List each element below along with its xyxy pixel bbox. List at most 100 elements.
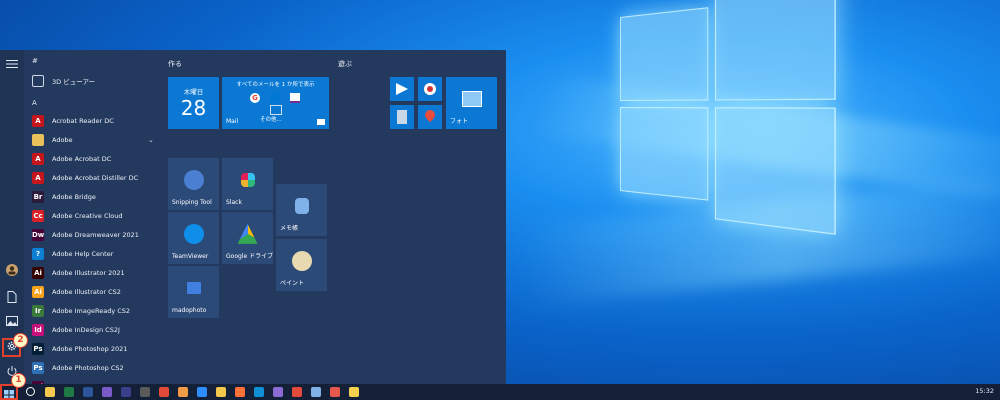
list-item[interactable]: Ps Adobe Photoshop 2021: [32, 340, 127, 358]
madophoto-icon: [186, 281, 201, 294]
search-icon[interactable]: [26, 387, 35, 396]
mail-label: Mail: [226, 118, 239, 125]
ide-icon[interactable]: [121, 387, 131, 397]
calendar-tile[interactable]: 木曜日 28: [168, 77, 219, 129]
mail-tile[interactable]: すべてのメールを 1 か所で表示 G その他... Mail: [222, 77, 329, 129]
notepad-icon: [294, 197, 309, 214]
app-icon: Ps: [32, 362, 44, 374]
list-item[interactable]: A Adobe Acrobat DC: [32, 150, 111, 168]
calendar-date: 28: [180, 96, 207, 120]
app-icon: ?: [32, 248, 44, 260]
calculator-icon: [397, 110, 407, 124]
file-explorer-icon[interactable]: [45, 387, 55, 397]
snipping-label: Snipping Tool: [172, 199, 212, 206]
app-icon: Ir: [32, 305, 44, 317]
list-item[interactable]: Id Adobe InDesign CS2J: [32, 321, 120, 339]
app-icon: [32, 134, 44, 146]
app4-icon[interactable]: [330, 387, 340, 397]
gdrive-label: Google ドライブ: [226, 253, 274, 260]
start-menu: 2 # 3D ビューアー A A Acrobat Reader DC Adobe A A…: [0, 50, 506, 384]
list-item[interactable]: Ai Adobe Illustrator CS2: [32, 283, 121, 301]
user-avatar-icon[interactable]: [5, 264, 19, 278]
visual-studio-icon[interactable]: [102, 387, 112, 397]
list-item[interactable]: Adobe: [32, 131, 73, 149]
calculator-tile[interactable]: [390, 105, 414, 129]
windows-icon: [4, 390, 14, 400]
chrome-icon[interactable]: [159, 387, 169, 397]
photos-tile[interactable]: フォト: [446, 77, 497, 129]
list-item[interactable]: 3D ビューアー: [32, 72, 95, 90]
app-label: Adobe Bridge: [52, 193, 96, 201]
app-label: Adobe InDesign CS2J: [52, 326, 120, 334]
list-item[interactable]: ? Adobe Help Center: [32, 245, 113, 263]
chevron-down-icon[interactable]: ⌄: [148, 136, 154, 144]
mail-other: その他...: [260, 117, 282, 123]
section-header-hash: #: [32, 57, 38, 65]
app-icon[interactable]: [140, 387, 150, 397]
app-icon: Cc: [32, 210, 44, 222]
logo-pane: [620, 107, 709, 201]
zoom-icon[interactable]: [197, 387, 207, 397]
app-label: Adobe Help Center: [52, 250, 114, 258]
madophoto-label: madophoto: [172, 307, 207, 314]
app-label: Adobe Dreamweaver 2021: [52, 231, 139, 239]
google-drive-tile[interactable]: Google ドライブ: [222, 212, 273, 264]
slack-tile[interactable]: Slack: [222, 158, 273, 210]
edge-icon[interactable]: [254, 387, 264, 397]
movies-tile[interactable]: [390, 77, 414, 101]
maps-tile[interactable]: [418, 105, 442, 129]
document-icon[interactable]: [5, 291, 19, 305]
chrome2-icon[interactable]: [292, 387, 302, 397]
teamviewer-label: TeamViewer: [172, 253, 209, 260]
app-icon: Ps: [32, 343, 44, 355]
slack-label: Slack: [226, 199, 242, 206]
app-label: Adobe Illustrator CS2: [52, 288, 121, 296]
envelope-icon: [317, 119, 325, 125]
groove-tile[interactable]: [418, 77, 442, 101]
app-icon: A: [32, 172, 44, 184]
app-label: Adobe Acrobat Distiller DC: [52, 174, 139, 182]
app-icon: Ai: [32, 286, 44, 298]
start-button[interactable]: [0, 384, 18, 400]
list-item[interactable]: A Acrobat Reader DC: [32, 112, 114, 130]
windows-logo: [620, 0, 836, 235]
excel-icon[interactable]: [64, 387, 74, 397]
app-label: Acrobat Reader DC: [52, 117, 114, 125]
notepad-tile[interactable]: メモ帳: [276, 184, 327, 236]
snipping-tool-tile[interactable]: Snipping Tool: [168, 158, 219, 210]
madophoto-tile[interactable]: madophoto: [168, 266, 219, 318]
app-icon: Id: [32, 324, 44, 336]
chrome-canary-icon[interactable]: [216, 387, 226, 397]
app-label: Adobe Photoshop 2021: [52, 345, 128, 353]
list-item[interactable]: Br Adobe Bridge: [32, 188, 96, 206]
other-mail-icon: [270, 105, 282, 115]
list-item[interactable]: Cc Adobe Creative Cloud: [32, 207, 123, 225]
teamviewer-icon: [183, 223, 204, 244]
firefox-icon[interactable]: [235, 387, 245, 397]
list-item[interactable]: Ps Adobe Photoshop CS2: [32, 359, 124, 377]
app-label: Adobe: [52, 136, 73, 144]
app-icon: A: [32, 115, 44, 127]
app-icon: A: [32, 153, 44, 165]
picture-icon[interactable]: [5, 316, 19, 330]
paint-icon[interactable]: [178, 387, 188, 397]
list-item[interactable]: Ai Adobe Illustrator 2021: [32, 264, 125, 282]
teamviewer-tile[interactable]: TeamViewer: [168, 212, 219, 264]
word-icon[interactable]: [83, 387, 93, 397]
scissors-icon: [183, 169, 204, 190]
hamburger-menu-icon[interactable]: [5, 59, 19, 73]
list-item[interactable]: Dw Adobe Dreamweaver 2021: [32, 226, 139, 244]
paint-label: ペイント: [280, 280, 305, 287]
app3-icon[interactable]: [311, 387, 321, 397]
map-pin-icon: [422, 107, 438, 123]
list-item[interactable]: Ir Adobe ImageReady CS2: [32, 302, 130, 320]
taskbar-clock[interactable]: 15:32: [975, 387, 994, 395]
paint-tile[interactable]: ペイント: [276, 239, 327, 291]
app-icon: Br: [32, 191, 44, 203]
section-header-a: A: [32, 99, 37, 107]
list-item[interactable]: A Adobe Acrobat Distiller DC: [32, 169, 138, 187]
app2-icon[interactable]: [273, 387, 283, 397]
app-label: Adobe Creative Cloud: [52, 212, 123, 220]
sticky-notes-icon[interactable]: [349, 387, 359, 397]
app-label: Adobe Illustrator 2021: [52, 269, 125, 277]
